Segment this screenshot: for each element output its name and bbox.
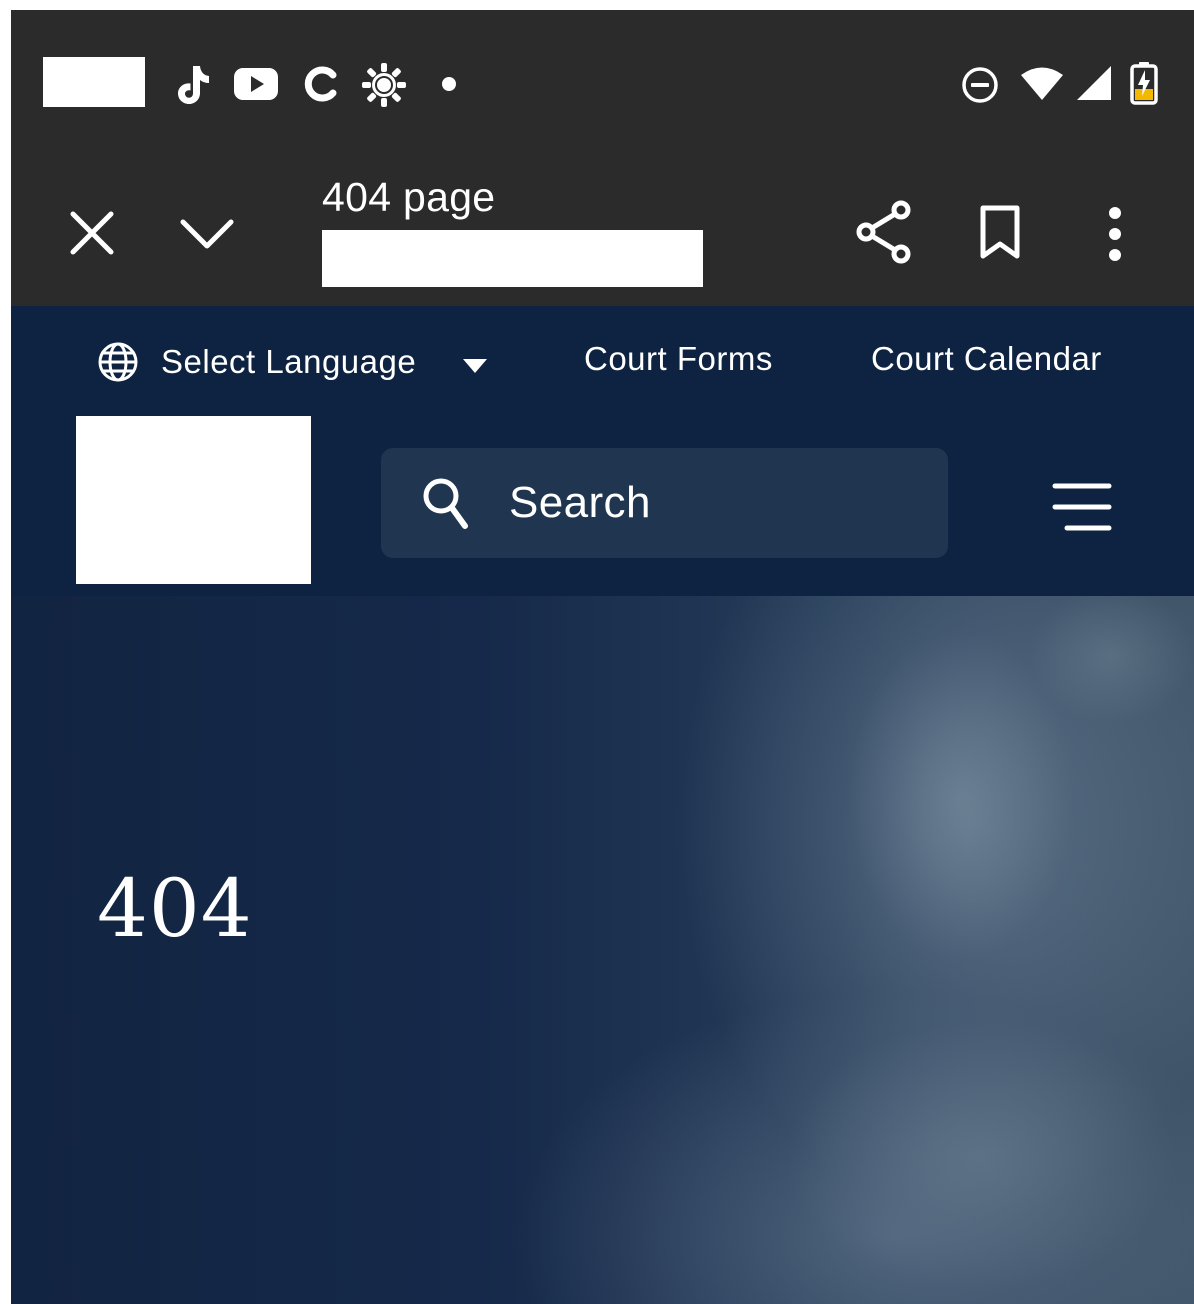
more-vert-icon[interactable] — [1105, 206, 1125, 262]
close-icon[interactable] — [69, 210, 115, 256]
site-logo[interactable] — [76, 416, 311, 584]
tiktok-icon — [178, 66, 209, 104]
search-placeholder: Search — [509, 478, 651, 527]
status-bar — [11, 10, 1194, 160]
brightness-icon — [362, 63, 406, 107]
c-app-icon — [304, 66, 337, 102]
share-icon[interactable] — [855, 200, 913, 264]
dnd-icon — [962, 67, 998, 103]
chevron-down-icon[interactable] — [179, 216, 235, 250]
globe-icon — [98, 342, 138, 382]
utility-nav: Select Language Court Forms Court Calend… — [11, 306, 1194, 416]
court-calendar-link[interactable]: Court Calendar — [871, 340, 1102, 378]
search-icon — [421, 476, 469, 530]
error-heading: 404 — [97, 862, 253, 955]
site-header: Select Language Court Forms Court Calend… — [11, 306, 1194, 596]
redacted-url — [322, 230, 703, 287]
menu-icon[interactable] — [1051, 482, 1113, 532]
bookmark-icon[interactable] — [978, 204, 1022, 260]
caret-down-icon — [463, 359, 488, 373]
notification-dot-icon — [442, 77, 456, 91]
battery-charging-icon — [1130, 62, 1158, 105]
youtube-icon — [234, 68, 278, 100]
language-selector[interactable]: Select Language — [97, 340, 488, 384]
search-input[interactable]: Search — [381, 448, 948, 558]
language-label: Select Language — [161, 343, 417, 380]
page-title: 404 page — [322, 174, 496, 220]
hero-background-image — [781, 596, 1194, 1304]
browser-toolbar: 404 page — [11, 160, 1194, 306]
wifi-icon — [1021, 67, 1063, 100]
signal-icon — [1077, 66, 1111, 100]
browser-screen: 404 page Select Language Court Forms Cou… — [11, 10, 1194, 1304]
hero-banner: 404 — [11, 596, 1194, 1304]
court-forms-link[interactable]: Court Forms — [584, 340, 773, 378]
redacted-clock — [43, 57, 145, 107]
